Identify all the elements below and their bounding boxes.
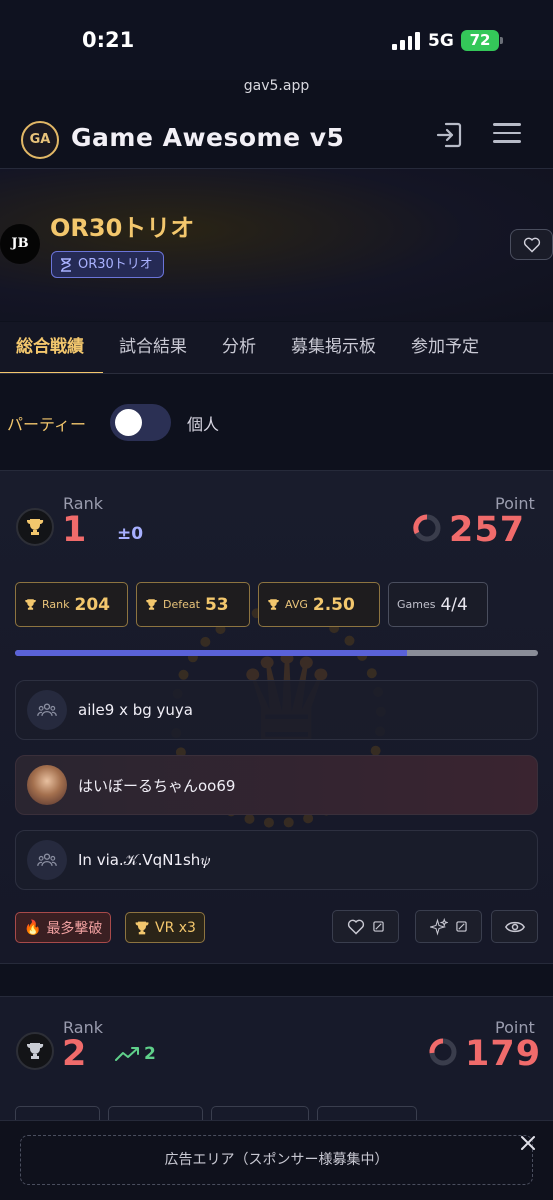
trend-up-icon — [115, 1047, 139, 1061]
signal-icon — [392, 32, 420, 50]
battery-tip — [500, 37, 503, 44]
group-icon — [27, 690, 67, 730]
hourglass-icon — [61, 257, 71, 272]
point-value: 257 — [449, 510, 526, 550]
member-row[interactable]: はいぼーるちゃんoo69 — [15, 755, 538, 815]
tab-overall-record[interactable]: 総合戦績 — [0, 322, 103, 373]
toggle-party-label[interactable]: パーティー — [7, 411, 86, 435]
vr-label: VR x3 — [155, 919, 196, 936]
stat-avg-label: AVG — [285, 598, 308, 611]
tab-match-results[interactable]: 試合結果 — [103, 322, 206, 373]
edit-icon — [373, 921, 384, 932]
app-title[interactable]: Game Awesome v5 — [71, 123, 344, 152]
heart-icon — [523, 237, 540, 253]
stat-games: Games 4/4 — [388, 582, 488, 627]
battery-icon: 72 — [461, 30, 499, 51]
heart-icon — [347, 919, 365, 935]
edit-icon — [456, 921, 467, 932]
network-type: 5G — [428, 31, 454, 51]
ad-area[interactable]: 広告エリア（スポンサー様募集中） — [20, 1135, 533, 1185]
gold-trophy-icon — [16, 508, 54, 546]
sparkle-button[interactable] — [415, 910, 482, 943]
member-row[interactable]: aile9 x bg yuya — [15, 680, 538, 740]
trophy-icon — [25, 599, 36, 610]
stat-games-value: 4/4 — [440, 594, 468, 615]
team-avatar[interactable]: JB — [0, 224, 40, 264]
app-logo[interactable]: GA — [21, 121, 59, 159]
rank-value: 2 — [62, 1034, 87, 1074]
stat-games-label: Games — [397, 598, 436, 611]
team-tag[interactable]: OR30トリオ — [51, 251, 164, 278]
point-ring-icon — [429, 1038, 457, 1066]
rank-change-value: 2 — [144, 1044, 156, 1064]
toggle-individual-label[interactable]: 個人 — [187, 411, 219, 435]
member-name: はいぼーるちゃんoo69 — [78, 776, 236, 795]
progress-fill — [15, 650, 408, 656]
stat-rank: Rank 204 — [15, 582, 128, 627]
stat-avg-value: 2.50 — [312, 594, 355, 615]
view-button[interactable] — [491, 910, 538, 943]
most-kills-label: 最多撃破 — [46, 920, 103, 937]
point-ring-icon — [413, 514, 441, 542]
rank-value: 1 — [62, 510, 87, 550]
tab-bar: 総合戦績 試合結果 分析 募集掲示板 参加予定 — [0, 322, 553, 374]
toggle-knob[interactable] — [115, 409, 142, 436]
silver-trophy-icon — [16, 1032, 54, 1070]
login-icon[interactable] — [434, 120, 464, 150]
sparkle-icon — [430, 917, 448, 936]
trophy-icon — [135, 921, 149, 934]
tab-analysis[interactable]: 分析 — [206, 322, 275, 373]
member-name: In via.𝒦.VqN1sh𝜓 — [78, 851, 211, 869]
close-icon[interactable] — [518, 1133, 538, 1153]
stat-rank-value: 204 — [74, 594, 110, 615]
stat-defeat-label: Defeat — [163, 598, 200, 611]
stat-avg: AVG 2.50 — [258, 582, 380, 627]
vr-badge: VR x3 — [125, 912, 205, 943]
games-progress-bar — [15, 650, 538, 656]
stat-defeat-value: 53 — [204, 594, 229, 615]
rank-change: ±0 — [117, 524, 144, 544]
trophy-icon — [146, 599, 157, 610]
team-header — [0, 169, 553, 321]
eye-icon — [504, 921, 525, 932]
point-value: 179 — [465, 1034, 542, 1074]
status-time: 0:21 — [82, 28, 135, 52]
stat-defeat: Defeat 53 — [136, 582, 250, 627]
most-kills-badge: 🔥 最多撃破 — [15, 912, 112, 943]
trophy-icon — [268, 599, 279, 610]
stat-rank-label: Rank — [42, 598, 70, 611]
tab-planned-participation[interactable]: 参加予定 — [395, 322, 498, 373]
like-button[interactable] — [332, 910, 399, 943]
favorite-button[interactable] — [510, 229, 553, 260]
member-row[interactable]: In via.𝒦.VqN1sh𝜓 — [15, 830, 538, 890]
rank-change: 2 — [115, 1044, 156, 1064]
member-avatar-photo — [27, 765, 67, 805]
team-tag-label: OR30トリオ — [78, 257, 153, 272]
member-name: aile9 x bg yuya — [78, 701, 193, 719]
tab-recruit-board[interactable]: 募集掲示板 — [275, 322, 395, 373]
group-icon — [27, 840, 67, 880]
team-name: OR30トリオ — [50, 214, 195, 242]
fire-icon: 🔥 — [24, 919, 42, 936]
hamburger-menu-icon[interactable] — [493, 123, 521, 147]
url-bar[interactable]: gav5.app — [0, 78, 553, 94]
